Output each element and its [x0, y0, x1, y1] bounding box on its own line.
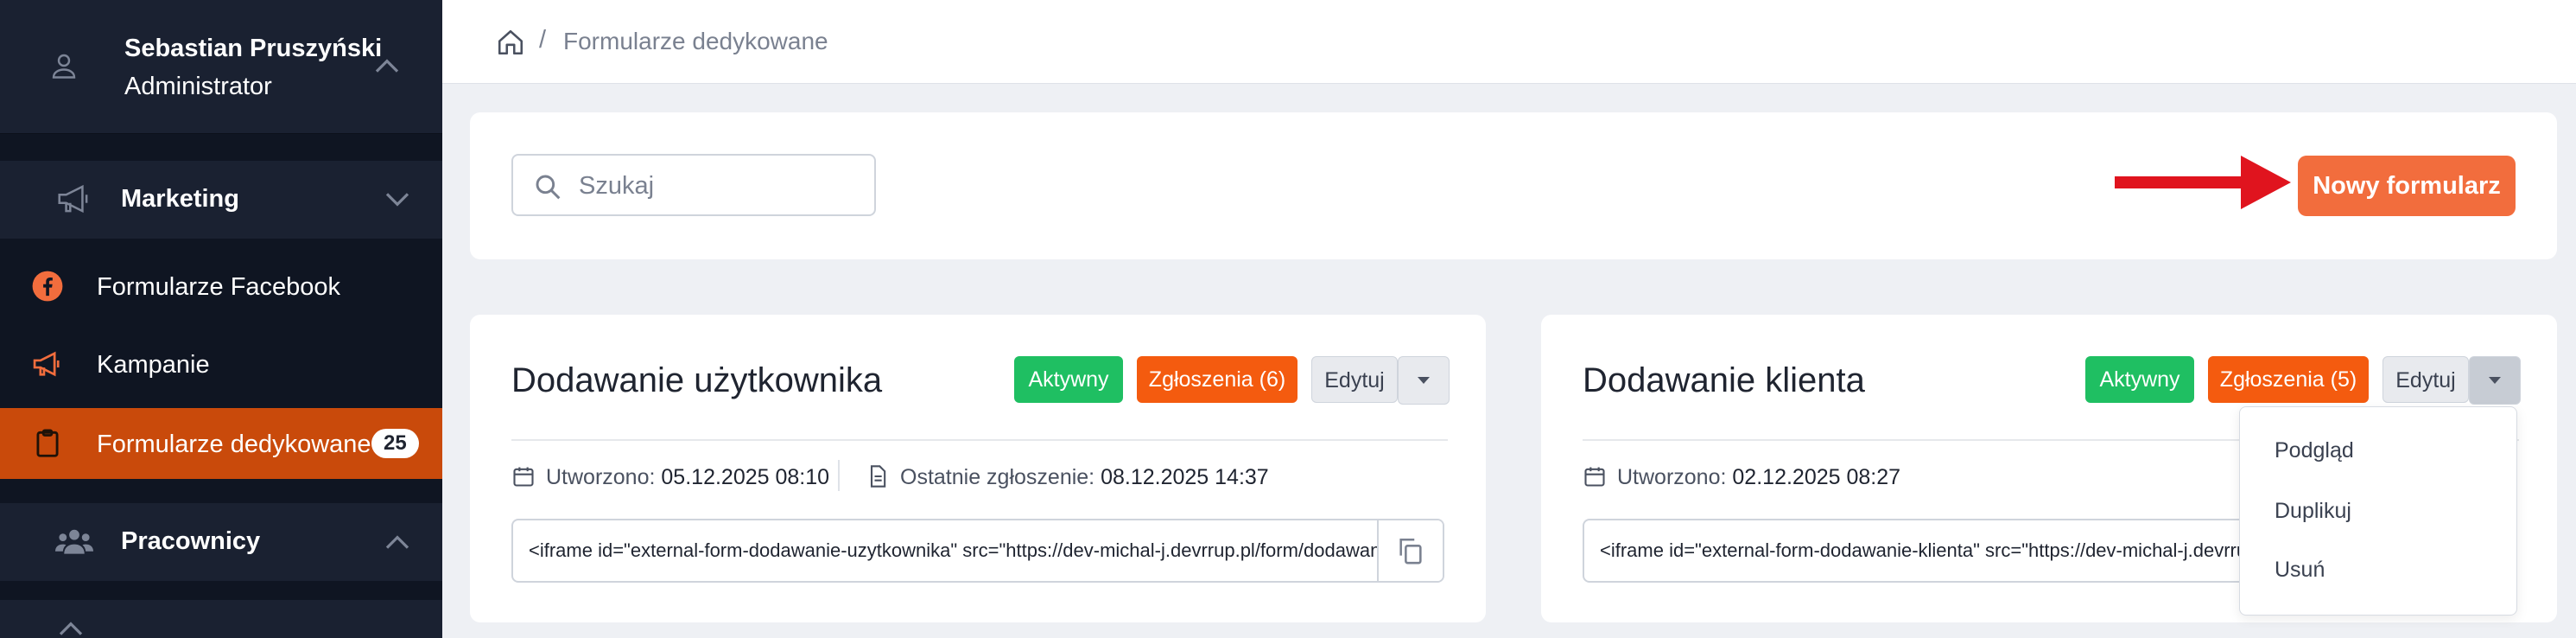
form-title: Dodawanie użytkownika: [511, 361, 883, 399]
sidebar: Sebastian Pruszyński Administrator Marke…: [0, 0, 442, 638]
sidebar-item-label: Formularze dedykowane: [97, 431, 371, 458]
created-label: Utworzono:: [1617, 465, 1727, 489]
copy-button[interactable]: [1377, 520, 1443, 581]
edit-button[interactable]: Edytuj: [1311, 356, 1398, 403]
user-icon: [52, 54, 76, 79]
clipboard-icon: [36, 429, 59, 457]
sidebar-item-dedicated-forms[interactable]: Formularze dedykowane 25: [0, 408, 442, 479]
form-card: Dodawanie użytkownika Aktywny Zgłoszenia…: [470, 315, 1486, 622]
breadcrumb: / Formularze dedykowane: [442, 0, 2576, 84]
sidebar-section-employees[interactable]: Pracownicy: [0, 503, 442, 581]
menu-item-delete[interactable]: Usuń: [2275, 558, 2325, 583]
edit-dropdown-toggle[interactable]: [2469, 356, 2521, 405]
sidebar-next-section[interactable]: [0, 600, 442, 638]
edit-button[interactable]: Edytuj: [2382, 356, 2469, 403]
caret-down-icon: [1418, 377, 1430, 384]
chevron-up-icon: [59, 622, 83, 635]
red-arrow-annotation: [2115, 156, 2291, 209]
megaphone-icon: [33, 351, 60, 377]
chevron-up-icon: [385, 535, 409, 549]
status-button[interactable]: Aktywny: [1014, 356, 1123, 403]
caret-down-icon: [2489, 377, 2501, 384]
document-icon: [870, 465, 886, 488]
sidebar-section-label: Marketing: [121, 185, 239, 213]
user-role: Administrator: [124, 73, 272, 100]
sidebar-item-campaigns[interactable]: Kampanie: [0, 329, 442, 399]
created-info: Utworzono: 05.12.2025 08:10: [546, 465, 829, 490]
created-info: Utworzono: 02.12.2025 08:27: [1617, 465, 1900, 490]
breadcrumb-current: Formularze dedykowane: [563, 28, 828, 54]
home-icon[interactable]: [496, 28, 525, 57]
copy-icon: [1399, 538, 1422, 565]
edit-dropdown-toggle[interactable]: [1398, 356, 1450, 405]
embed-code-field[interactable]: <iframe id="external-form-dodawanie-uzyt…: [511, 519, 1444, 583]
calendar-icon: [513, 467, 534, 487]
meta-separator: [838, 460, 840, 491]
status-button[interactable]: Aktywny: [2085, 356, 2194, 403]
form-title: Dodawanie klienta: [1583, 361, 1865, 399]
search-input[interactable]: [577, 168, 866, 204]
users-icon: [55, 529, 93, 554]
menu-item-preview[interactable]: Podgląd: [2275, 438, 2354, 463]
chevron-up-icon[interactable]: [373, 55, 401, 76]
submissions-button[interactable]: Zgłoszenia (5): [2208, 356, 2369, 403]
last-submission-value: 08.12.2025 14:37: [1101, 465, 1269, 489]
sidebar-section-marketing[interactable]: Marketing: [0, 161, 442, 239]
new-form-button[interactable]: Nowy formularz: [2298, 156, 2516, 216]
search-icon: [536, 175, 561, 200]
sidebar-section-label: Pracownicy: [121, 527, 261, 555]
created-value: 05.12.2025 08:10: [661, 465, 830, 489]
menu-item-duplicate[interactable]: Duplikuj: [2275, 499, 2351, 524]
search-box[interactable]: [511, 154, 876, 216]
last-submission-info: Ostatnie zgłoszenie: 08.12.2025 14:37: [900, 465, 1269, 490]
embed-code: <iframe id="external-form-dodawanie-uzyt…: [529, 539, 1443, 561]
toolbar-card: Nowy formularz: [470, 112, 2557, 259]
count-badge: 25: [371, 429, 419, 458]
submissions-button[interactable]: Zgłoszenia (6): [1137, 356, 1298, 403]
megaphone-icon: [58, 184, 88, 214]
user-name: Sebastian Pruszyński: [124, 35, 383, 62]
facebook-icon: [32, 271, 63, 302]
last-submission-label: Ostatnie zgłoszenie:: [900, 465, 1095, 489]
sidebar-item-label: Kampanie: [97, 351, 210, 379]
user-panel[interactable]: Sebastian Pruszyński Administrator: [0, 0, 442, 134]
edit-dropdown-menu: Podgląd Duplikuj Usuń: [2239, 406, 2517, 616]
created-value: 02.12.2025 08:27: [1732, 465, 1901, 489]
breadcrumb-separator: /: [539, 26, 547, 54]
calendar-icon: [1584, 467, 1605, 487]
sidebar-item-label: Formularze Facebook: [97, 273, 341, 301]
chevron-down-icon: [385, 193, 409, 207]
divider: [511, 439, 1448, 441]
sidebar-item-facebook-forms[interactable]: Formularze Facebook: [0, 251, 442, 322]
created-label: Utworzono:: [546, 465, 656, 489]
